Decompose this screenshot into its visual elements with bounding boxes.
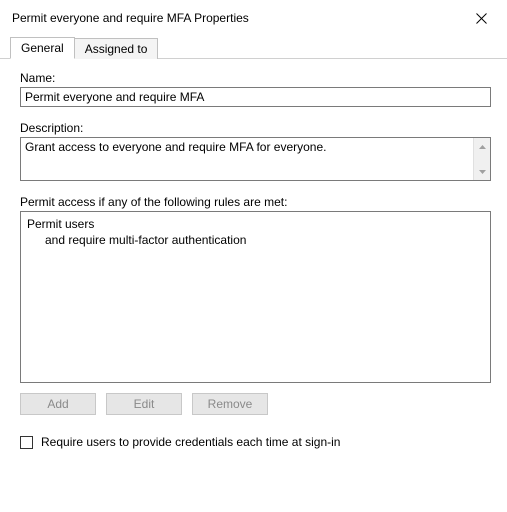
name-label: Name: <box>20 71 491 85</box>
require-credentials-checkbox[interactable] <box>20 436 33 449</box>
remove-button[interactable]: Remove <box>192 393 268 415</box>
rules-listbox[interactable]: Permit users and require multi-factor au… <box>20 211 491 383</box>
rule-item[interactable]: Permit users and require multi-factor au… <box>27 216 484 248</box>
rules-button-row: Add Edit Remove <box>20 393 491 415</box>
rule-line-1: Permit users <box>27 216 484 232</box>
scroll-down-icon[interactable] <box>474 163 490 180</box>
tab-bar: General Assigned to <box>0 34 507 59</box>
description-label: Description: <box>20 121 491 135</box>
require-credentials-checkbox-row[interactable]: Require users to provide credentials eac… <box>20 435 491 449</box>
tab-general[interactable]: General <box>10 37 75 59</box>
dialog-title: Permit everyone and require MFA Properti… <box>12 11 249 25</box>
tab-assigned-to[interactable]: Assigned to <box>74 38 159 59</box>
name-input[interactable] <box>20 87 491 107</box>
close-button[interactable] <box>465 6 497 30</box>
tab-panel-general: Name: Description: Grant access to every… <box>0 59 507 459</box>
description-textarea[interactable]: Grant access to everyone and require MFA… <box>20 137 491 181</box>
close-icon <box>476 13 487 24</box>
titlebar: Permit everyone and require MFA Properti… <box>0 0 507 34</box>
edit-button[interactable]: Edit <box>106 393 182 415</box>
require-credentials-label: Require users to provide credentials eac… <box>41 435 340 449</box>
add-button[interactable]: Add <box>20 393 96 415</box>
properties-dialog: Permit everyone and require MFA Properti… <box>0 0 507 512</box>
rule-line-2: and require multi-factor authentication <box>27 232 484 248</box>
rules-header-label: Permit access if any of the following ru… <box>20 195 491 209</box>
scroll-up-icon[interactable] <box>474 138 490 155</box>
description-text: Grant access to everyone and require MFA… <box>21 138 473 180</box>
description-scrollbar[interactable] <box>473 138 490 180</box>
